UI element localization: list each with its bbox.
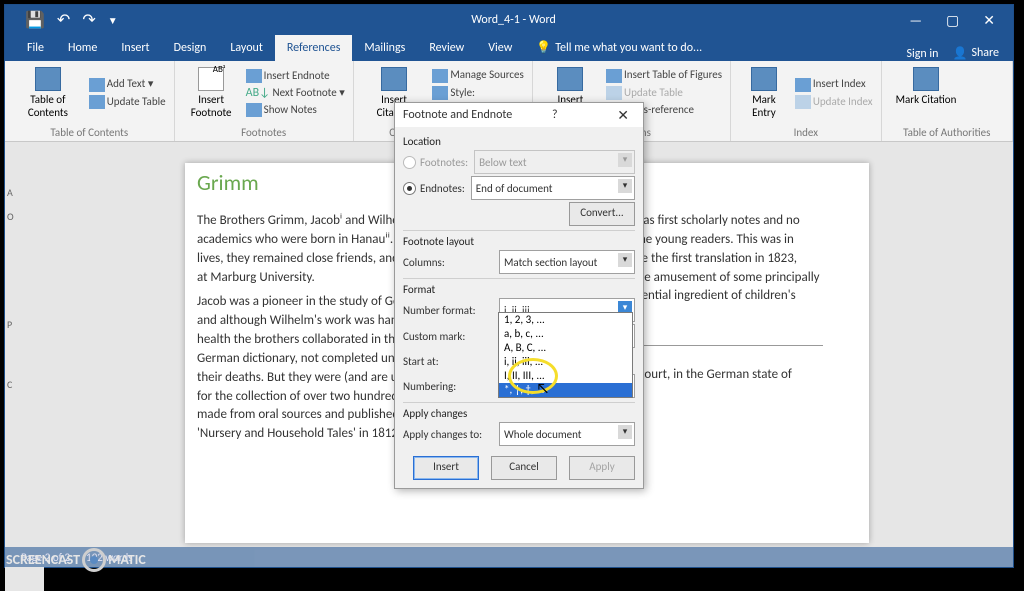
update-index-button[interactable]: Update Index — [795, 95, 873, 109]
left-gutter: AOPC — [5, 163, 44, 591]
mark-entry-button[interactable]: Mark Entry — [739, 63, 789, 123]
dropdown-option[interactable]: 1, 2, 3, ... — [499, 313, 632, 327]
group-label: Table of Contents — [5, 126, 174, 139]
section-label: Apply changes — [403, 407, 635, 420]
start-at-label: Start at: — [403, 355, 493, 368]
footnotes-radio[interactable]: Footnotes: — [403, 156, 468, 169]
qat-more-icon[interactable]: ▼ — [108, 14, 118, 27]
footnotes-location-select: Below text▾ — [474, 150, 635, 174]
tab-review[interactable]: Review — [417, 35, 476, 61]
window-title: Word_4-1 - Word — [118, 13, 910, 27]
next-footnote-button[interactable]: AB↓ Next Footnote ▾ — [246, 86, 345, 100]
section-label: Location — [403, 135, 635, 148]
insert-button[interactable]: Insert — [413, 456, 479, 480]
tab-insert[interactable]: Insert — [109, 35, 161, 61]
tab-view[interactable]: View — [476, 35, 524, 61]
dropdown-option[interactable]: a, b, c, ... — [499, 327, 632, 341]
number-format-dropdown[interactable]: 1, 2, 3, ... a, b, c, ... A, B, C, ... i… — [498, 312, 633, 398]
insert-endnote-button[interactable]: Insert Endnote — [246, 69, 345, 83]
screencast-logo-icon — [82, 548, 106, 572]
endnote-icon — [246, 69, 262, 83]
mark-citation-icon — [913, 67, 939, 91]
insert-footnote-button[interactable]: AB¹Insert Footnote — [183, 63, 240, 123]
dropdown-option[interactable]: *, †, ‡, ... — [499, 383, 632, 397]
titlebar: 💾 ↶ ↷ ▼ Word_4-1 - Word — ▢ ✕ — [5, 5, 1013, 35]
share-button[interactable]: 👤Share — [952, 46, 999, 61]
apply-to-label: Apply changes to: — [403, 428, 493, 441]
undo-icon[interactable]: ↶ — [57, 10, 70, 30]
style-dropdown[interactable]: Style: — [432, 86, 524, 100]
style-icon — [432, 86, 448, 100]
insert-index-button[interactable]: Insert Index — [795, 77, 873, 91]
close-icon[interactable]: ✕ — [983, 12, 995, 29]
help-icon[interactable]: ? — [552, 108, 558, 122]
dropdown-option[interactable]: A, B, C, ... — [499, 341, 632, 355]
sources-icon — [432, 69, 448, 83]
endnotes-radio[interactable]: Endnotes: — [403, 182, 465, 195]
footnote-endnote-dialog: Footnote and Endnote ? ✕ Location Footno… — [394, 102, 644, 489]
status-bar: Page 2 of 2 192 words — [5, 547, 1013, 567]
quick-access-toolbar: 💾 ↶ ↷ ▼ — [25, 10, 118, 30]
dialog-title: Footnote and Endnote — [403, 108, 512, 122]
manage-sources-button[interactable]: Manage Sources — [432, 68, 524, 82]
caption-icon — [557, 67, 583, 91]
group-label: Table of Authorities — [882, 126, 1012, 139]
number-format-label: Number format: — [403, 304, 493, 317]
tab-home[interactable]: Home — [56, 35, 109, 61]
columns-select[interactable]: Match section layout▾ — [499, 250, 635, 274]
update-table-button[interactable]: Update Table — [89, 95, 166, 109]
endnotes-location-select[interactable]: End of document▾ — [471, 176, 635, 200]
maximize-icon[interactable]: ▢ — [946, 12, 959, 29]
apply-button[interactable]: Apply — [569, 456, 635, 480]
sign-in-link[interactable]: Sign in — [906, 47, 938, 61]
tab-design[interactable]: Design — [162, 35, 219, 61]
citation-icon — [381, 67, 407, 91]
tab-references[interactable]: References — [275, 35, 353, 61]
plus-icon — [89, 78, 105, 92]
group-label: Footnotes — [175, 126, 353, 139]
tab-file[interactable]: File — [15, 35, 56, 61]
entry-icon — [751, 67, 777, 91]
refresh-icon — [89, 95, 105, 109]
show-notes-button[interactable]: Show Notes — [246, 103, 345, 117]
tab-tell-me[interactable]: 💡Tell me what you want to do... — [524, 34, 714, 61]
refresh-icon — [606, 86, 622, 100]
index-icon — [795, 78, 811, 92]
tab-layout[interactable]: Layout — [218, 35, 275, 61]
dialog-titlebar: Footnote and Endnote ? ✕ — [395, 103, 643, 127]
redo-icon[interactable]: ↷ — [82, 10, 95, 30]
section-label: Footnote layout — [403, 235, 635, 248]
apply-to-select[interactable]: Whole document▾ — [499, 422, 635, 446]
table-of-contents-button[interactable]: Table of Contents — [13, 63, 83, 123]
dropdown-option[interactable]: i, ii, iii, ... — [499, 355, 632, 369]
section-label: Format — [403, 283, 635, 296]
convert-button[interactable]: Convert... — [569, 202, 635, 226]
tab-mailings[interactable]: Mailings — [352, 35, 417, 61]
save-icon[interactable]: 💾 — [25, 10, 45, 30]
dropdown-option[interactable]: I, II, III, ... — [499, 369, 632, 383]
ribbon-tabs: File Home Insert Design Layout Reference… — [5, 35, 1013, 61]
mark-citation-button[interactable]: Mark Citation — [890, 63, 963, 110]
next-icon: AB↓ — [246, 86, 270, 100]
refresh-icon — [795, 95, 811, 109]
notes-icon — [246, 103, 262, 117]
update-table-button[interactable]: Update Table — [606, 86, 722, 100]
figures-icon — [606, 69, 622, 83]
share-icon: 👤 — [952, 46, 967, 61]
window-controls: — ▢ ✕ — [909, 12, 995, 29]
custom-mark-label: Custom mark: — [403, 330, 493, 343]
numbering-label: Numbering: — [403, 380, 493, 393]
add-text-button[interactable]: Add Text ▾ — [89, 77, 166, 91]
minimize-icon[interactable]: — — [909, 12, 922, 29]
bulb-icon: 💡 — [536, 40, 551, 55]
screencast-watermark: RECORDED WITH SCREENCAST MATIC — [6, 540, 146, 572]
dialog-close-icon[interactable]: ✕ — [611, 107, 635, 124]
cancel-button[interactable]: Cancel — [491, 456, 557, 480]
columns-label: Columns: — [403, 256, 493, 269]
toc-icon — [35, 67, 61, 91]
group-label: Index — [731, 126, 881, 139]
insert-table-figures-button[interactable]: Insert Table of Figures — [606, 68, 722, 82]
